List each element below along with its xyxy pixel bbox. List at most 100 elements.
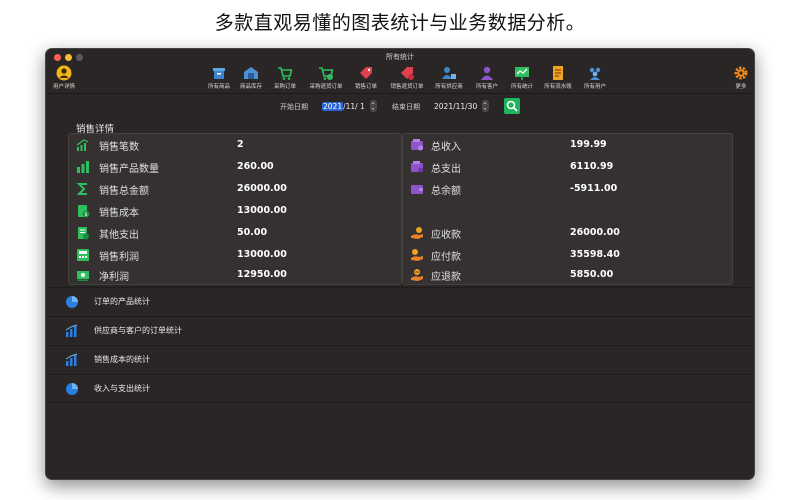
stat-row-sales-profit: 销售利润 13000.00 xyxy=(69,244,401,266)
stat-value: 26000.00 xyxy=(570,227,620,238)
stat-row-receivables: 应收款 26000.00 xyxy=(403,222,732,244)
stat-label: 销售利润 xyxy=(99,252,139,263)
stat-row-total-balance: 总余额 -5911.00 xyxy=(403,178,732,200)
stat-value: -5911.00 xyxy=(570,183,618,194)
toolbar-item-ledger[interactable]: 所有流水账 xyxy=(540,65,576,90)
stats-item-income-expense[interactable]: 收入与支出统计 xyxy=(46,374,754,403)
more-label: 更多 xyxy=(735,84,747,90)
zoom-window-button[interactable] xyxy=(76,54,83,61)
supplier-icon xyxy=(442,67,456,79)
hand-coin-pay-icon xyxy=(411,249,423,261)
start-date-field[interactable]: 2021/11/ 1 xyxy=(322,100,365,113)
stat-value: 13000.00 xyxy=(237,249,287,260)
toolbar-item-sales-orders[interactable]: 销售订单 xyxy=(348,65,384,90)
stat-value: 6110.99 xyxy=(570,161,614,172)
toolbar-item-inventory[interactable]: 商品库存 xyxy=(233,65,269,90)
users-group-icon xyxy=(589,67,601,80)
warehouse-icon xyxy=(244,67,258,79)
stat-label: 总收入 xyxy=(431,142,461,153)
toolbar-item-label: 商品库存 xyxy=(239,84,262,90)
gear-icon xyxy=(734,66,748,80)
end-date-field[interactable]: 2021/11/30 xyxy=(434,100,477,113)
stat-label: 销售笔数 xyxy=(99,142,139,153)
toolbar-item-label: 所有供应商 xyxy=(435,84,463,90)
stat-row-net-profit: 净利润 12950.00 xyxy=(69,264,401,286)
user-detail-button[interactable]: 用户详情 xyxy=(46,65,82,90)
user-avatar-icon xyxy=(56,65,72,81)
bar-chart-icon xyxy=(77,161,89,173)
minimize-window-button[interactable] xyxy=(65,54,72,61)
cost-document-icon: $ xyxy=(78,205,90,218)
stat-label: 销售成本 xyxy=(99,208,139,219)
stat-label: 应付款 xyxy=(431,252,461,263)
start-date-year-selected: 2021 xyxy=(322,102,344,111)
cash-icon xyxy=(77,271,89,281)
stat-row-sales-quantity: 销售产品数量 260.00 xyxy=(69,156,401,178)
calculator-icon xyxy=(77,249,89,261)
toolbar-item-statistics[interactable]: 所有统计 xyxy=(504,65,540,90)
stat-row-sales-cost: $ 销售成本 13000.00 xyxy=(69,200,401,222)
archive-box-icon xyxy=(213,68,225,79)
more-button[interactable]: 更多 xyxy=(726,65,754,90)
stat-label: 销售产品数量 xyxy=(99,164,159,175)
stat-value: 5850.00 xyxy=(570,269,614,280)
pie-chart-icon xyxy=(66,383,78,395)
ledger-icon xyxy=(553,66,563,80)
stat-value: 35598.40 xyxy=(570,249,620,260)
stat-row-sales-total: 销售总金额 26000.00 xyxy=(69,178,401,200)
end-date-stepper[interactable] xyxy=(482,100,489,112)
stat-value: 13000.00 xyxy=(237,205,287,216)
tag-return-icon xyxy=(401,67,414,80)
toolbar-item-purchase-orders[interactable]: 采购订单 xyxy=(267,65,303,90)
wallet-income-icon xyxy=(411,139,423,151)
stat-value: 199.99 xyxy=(570,139,607,150)
stat-label: 销售总金额 xyxy=(99,186,149,197)
start-date-rest: /11/ 1 xyxy=(343,102,365,111)
receipt-icon xyxy=(78,227,89,240)
toolbar-item-sales-returns[interactable]: 销售退货订单 xyxy=(389,65,425,90)
sigma-icon xyxy=(76,183,87,195)
toolbar-item-all-products[interactable]: 所有商品 xyxy=(201,65,237,90)
stats-item-sales-cost[interactable]: 销售成本的统计 xyxy=(46,345,754,374)
stats-item-label: 收入与支出统计 xyxy=(94,384,150,393)
stat-row-other-expense: 其他支出 50.00 xyxy=(69,222,401,244)
close-window-button[interactable] xyxy=(54,54,61,61)
start-date-stepper[interactable] xyxy=(370,100,377,112)
app-window: 所有统计 用户详情 所有商品 商品库存 采购订单 采购退货订单 销售订单 销售退… xyxy=(45,48,755,480)
bar-chart-icon xyxy=(65,353,78,366)
stat-value: 260.00 xyxy=(237,161,274,172)
end-date-label: 结束日期 xyxy=(392,103,420,111)
pie-chart-icon xyxy=(66,296,78,308)
toolbar-item-suppliers[interactable]: 所有供应商 xyxy=(431,65,467,90)
search-button[interactable] xyxy=(504,98,520,114)
toolbar-item-label: 所有客户 xyxy=(475,84,498,90)
toolbar-item-customers[interactable]: 所有客户 xyxy=(469,65,505,90)
stat-value: 50.00 xyxy=(237,227,268,238)
wallet-icon xyxy=(411,185,423,194)
toolbar-item-label: 销售退货订单 xyxy=(390,84,424,90)
toolbar-item-label: 采购退货订单 xyxy=(309,84,343,90)
stats-item-label: 销售成本的统计 xyxy=(94,355,150,364)
stat-row-refunds: 应退款 5850.00 xyxy=(403,264,732,286)
stats-item-supplier-customer-orders[interactable]: 供应商与客户的订单统计 xyxy=(46,316,754,345)
svg-text:$: $ xyxy=(84,212,87,218)
stat-label: 总支出 xyxy=(431,164,461,175)
stat-row-total-income: 总收入 199.99 xyxy=(403,134,732,156)
stat-row-total-expense: 总支出 6110.99 xyxy=(403,156,732,178)
presentation-chart-icon xyxy=(515,67,529,80)
finance-stats-panel: 总收入 199.99 总支出 6110.99 总余额 -5911.00 应收款 … xyxy=(402,133,733,285)
stats-item-order-products[interactable]: 订单的产品统计 xyxy=(46,287,754,316)
stat-row-payables: 应付款 35598.40 xyxy=(403,244,732,266)
toolbar: 用户详情 所有商品 商品库存 采购订单 采购退货订单 销售订单 销售退货订单 所… xyxy=(46,63,754,93)
date-range-bar: 开始日期 2021/11/ 1 结束日期 2021/11/30 xyxy=(46,97,754,117)
toolbar-item-users[interactable]: 所有用户 xyxy=(577,65,613,90)
bar-chart-icon xyxy=(65,324,78,337)
hand-coin-receive-icon xyxy=(411,227,423,239)
cart-return-icon xyxy=(319,67,334,80)
toolbar-item-label: 所有统计 xyxy=(510,84,533,90)
customer-icon xyxy=(481,66,493,80)
toolbar-item-label: 销售订单 xyxy=(354,84,377,90)
cart-icon xyxy=(278,67,293,80)
bar-growth-icon xyxy=(76,139,89,151)
toolbar-item-purchase-returns[interactable]: 采购退货订单 xyxy=(308,65,344,90)
